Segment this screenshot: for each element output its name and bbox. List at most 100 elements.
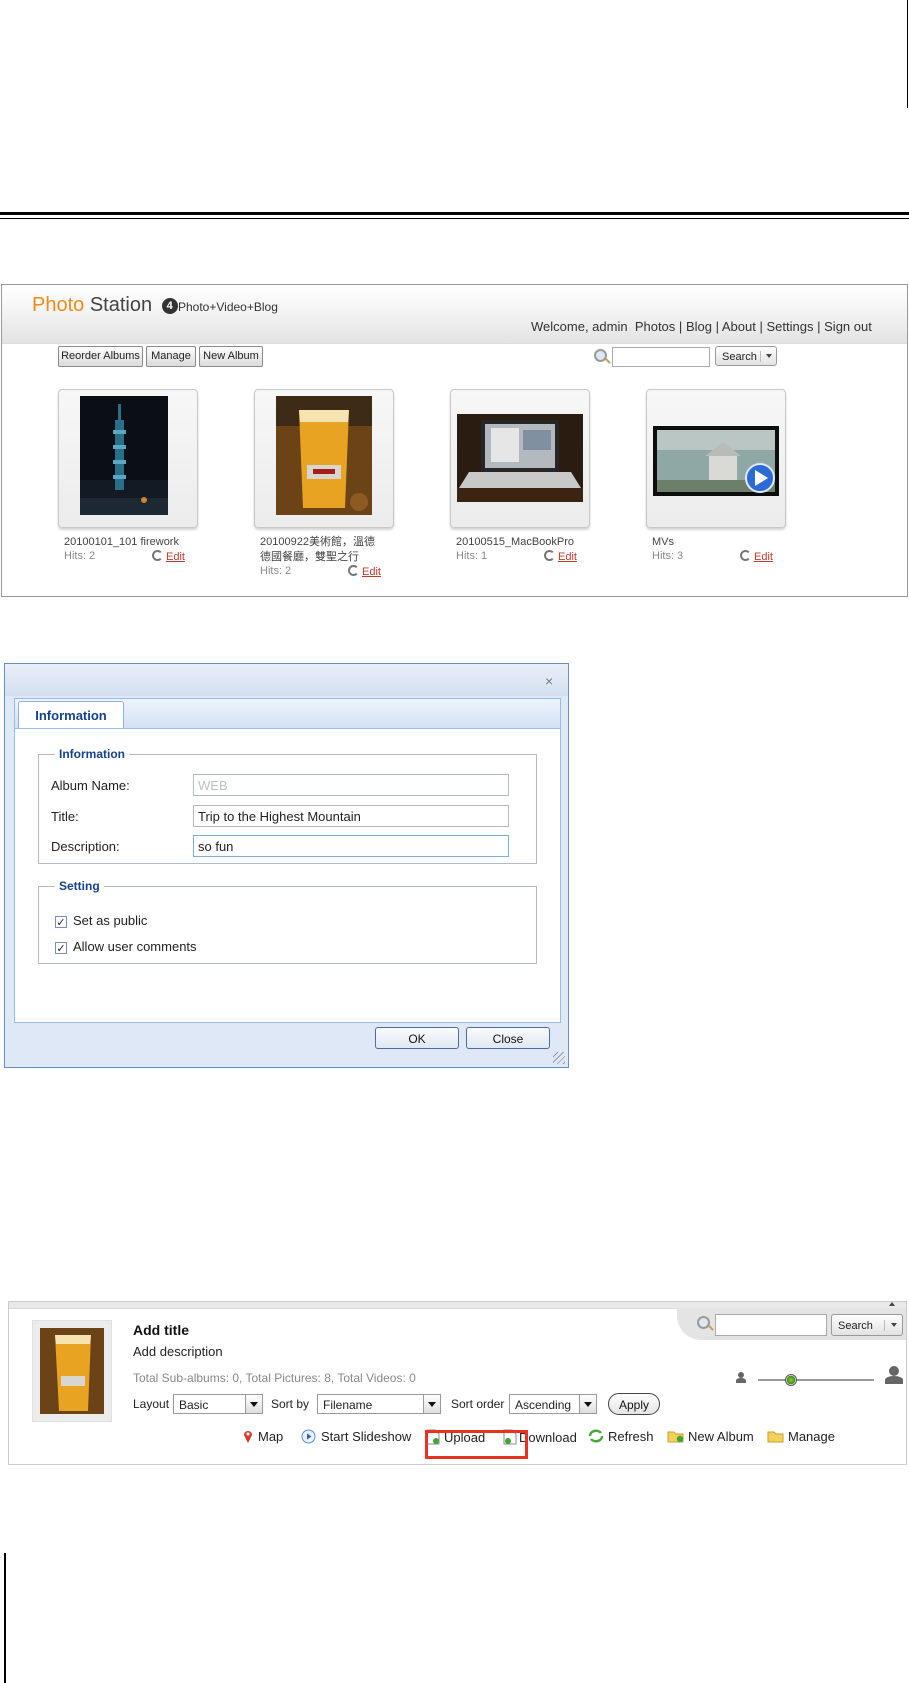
edit-link[interactable]: Edit (152, 550, 185, 563)
dialog-body: Information Album Name: WEB Title: Trip … (14, 728, 561, 1023)
album-card[interactable]: 20100101_101 firework Hits: 2 Edit (58, 389, 198, 563)
album-hits: Hits: 1 (456, 550, 488, 562)
album-thumbnail-frame[interactable] (646, 389, 786, 528)
album-name-field: WEB (193, 774, 509, 796)
album-name[interactable]: MVs (652, 535, 802, 550)
page-edge-line (907, 0, 908, 108)
chevron-down-icon[interactable] (579, 1395, 596, 1413)
album-title[interactable]: Add title (133, 1322, 189, 1338)
folder-icon (767, 1431, 784, 1443)
edit-link[interactable]: Edit (544, 550, 577, 563)
title-field[interactable]: Trip to the Highest Mountain (193, 805, 509, 827)
refresh-label: Refresh (608, 1429, 654, 1444)
nav-photos[interactable]: Photos (635, 319, 675, 334)
close-icon[interactable]: × (545, 673, 553, 689)
refresh-icon (588, 1429, 604, 1443)
album-thumbnail-frame[interactable] (58, 389, 198, 528)
nav-about[interactable]: About (722, 319, 756, 334)
photo-station-header: Photo Station 4 Photo+Video+Blog Welcome… (2, 285, 907, 344)
set-public-label[interactable]: Set as public (73, 913, 147, 928)
album-cover[interactable] (32, 1320, 112, 1422)
album-thumbnail-beer (276, 396, 372, 515)
sort-by-select[interactable]: Filename (317, 1394, 441, 1414)
slideshow-label: Start Slideshow (321, 1429, 412, 1444)
album-card[interactable]: 20100922美術館，溫德 德國餐廳，雙聖之行 Hits: 2 Edit (254, 389, 394, 578)
album-card[interactable]: 20100515_MacBookPro Hits: 1 Edit (450, 389, 590, 563)
edit-label: Edit (558, 551, 577, 563)
album-description[interactable]: Add description (133, 1344, 223, 1359)
album-thumbnail-laptop (457, 414, 583, 502)
allow-comments-checkbox[interactable]: ✓ (55, 942, 67, 955)
zoom-slider-knob[interactable] (785, 1374, 797, 1386)
setting-legend: Setting (59, 879, 100, 893)
chevron-down-icon[interactable] (766, 354, 772, 358)
map-pin-icon (244, 1431, 252, 1443)
album-name[interactable]: 20100515_MacBookPro (456, 535, 606, 550)
search-button[interactable]: Search (715, 346, 777, 366)
edit-link[interactable]: Edit (740, 550, 773, 563)
sort-order-value: Ascending (515, 1398, 572, 1412)
chevron-down-icon[interactable] (423, 1395, 440, 1413)
close-button[interactable]: Close (466, 1027, 550, 1049)
allow-comments-label[interactable]: Allow user comments (73, 939, 197, 954)
upload-highlight-box (425, 1430, 528, 1459)
album-name-line: 20100922美術館，溫德 (260, 536, 375, 548)
zoom-slider-track[interactable] (758, 1379, 874, 1381)
description-label: Description: (51, 839, 120, 854)
nav-blog[interactable]: Blog (686, 319, 712, 334)
logo-version-badge: 4 (161, 298, 178, 314)
resize-grip[interactable] (553, 1052, 565, 1064)
sort-by-value: Filename (323, 1398, 373, 1412)
search-icon (697, 1316, 710, 1329)
search-input[interactable] (612, 347, 710, 367)
header-rule-thick (0, 212, 909, 215)
map-action[interactable]: Map (243, 1429, 283, 1444)
sort-order-label: Sort order (451, 1397, 505, 1411)
album-name[interactable]: 20100922美術館，溫德 德國餐廳，雙聖之行 (260, 535, 410, 565)
new-album-label: New Album (688, 1429, 754, 1444)
welcome-text: Welcome, admin (531, 319, 628, 334)
apply-button[interactable]: Apply (608, 1393, 660, 1415)
ok-button[interactable]: OK (375, 1027, 459, 1049)
layout-select[interactable]: Basic (173, 1394, 263, 1414)
manage-button[interactable]: Manage (146, 346, 196, 367)
album-thumbnail-frame[interactable] (254, 389, 394, 528)
set-public-checkbox[interactable]: ✓ (55, 916, 67, 929)
new-folder-icon (667, 1431, 684, 1443)
new-album-button[interactable]: New Album (199, 346, 263, 367)
chevron-down-icon[interactable] (245, 1395, 262, 1413)
toolbar-search-button[interactable]: Search (831, 1314, 903, 1336)
chevron-down-icon[interactable] (891, 1323, 897, 1327)
dialog-titlebar[interactable] (5, 664, 568, 696)
chevron-up-icon[interactable] (889, 1302, 895, 1306)
album-thumbnail-frame[interactable] (450, 389, 590, 528)
start-slideshow-action[interactable]: Start Slideshow (301, 1429, 411, 1444)
new-album-action[interactable]: New Album (667, 1429, 754, 1444)
tab-information[interactable]: Information (18, 701, 124, 728)
album-hits: Hits: 2 (64, 550, 96, 562)
album-thumbnail-tower (80, 396, 168, 515)
nav-settings[interactable]: Settings (767, 319, 814, 334)
sort-by-label: Sort by (271, 1397, 310, 1411)
album-name[interactable]: 20100101_101 firework (64, 535, 214, 550)
refresh-action[interactable]: Refresh (588, 1429, 654, 1444)
nav-separator: | (759, 319, 763, 334)
album-card[interactable]: MVs Hits: 3 Edit (646, 389, 786, 563)
nav-separator: | (817, 319, 821, 334)
manage-label: Manage (788, 1429, 835, 1444)
description-field[interactable]: so fun (193, 835, 509, 857)
album-stats: Total Sub-albums: 0, Total Pictures: 8, … (133, 1371, 416, 1385)
page-edge-line-bottom (4, 1553, 6, 1683)
search-button-label: Search (838, 1320, 873, 1332)
nav-sign-out[interactable]: Sign out (824, 319, 872, 334)
edit-label: Edit (166, 551, 185, 563)
reorder-albums-button[interactable]: Reorder Albums (58, 346, 143, 367)
edit-label: Edit (754, 551, 773, 563)
photo-station-logo: Photo Station 4 (32, 294, 178, 317)
toolbar-search-input[interactable] (715, 1314, 827, 1336)
header-rule-thin (0, 218, 909, 219)
information-legend: Information (59, 747, 125, 761)
sort-order-select[interactable]: Ascending (509, 1394, 597, 1414)
manage-action[interactable]: Manage (767, 1429, 835, 1444)
edit-link[interactable]: Edit (348, 565, 381, 578)
